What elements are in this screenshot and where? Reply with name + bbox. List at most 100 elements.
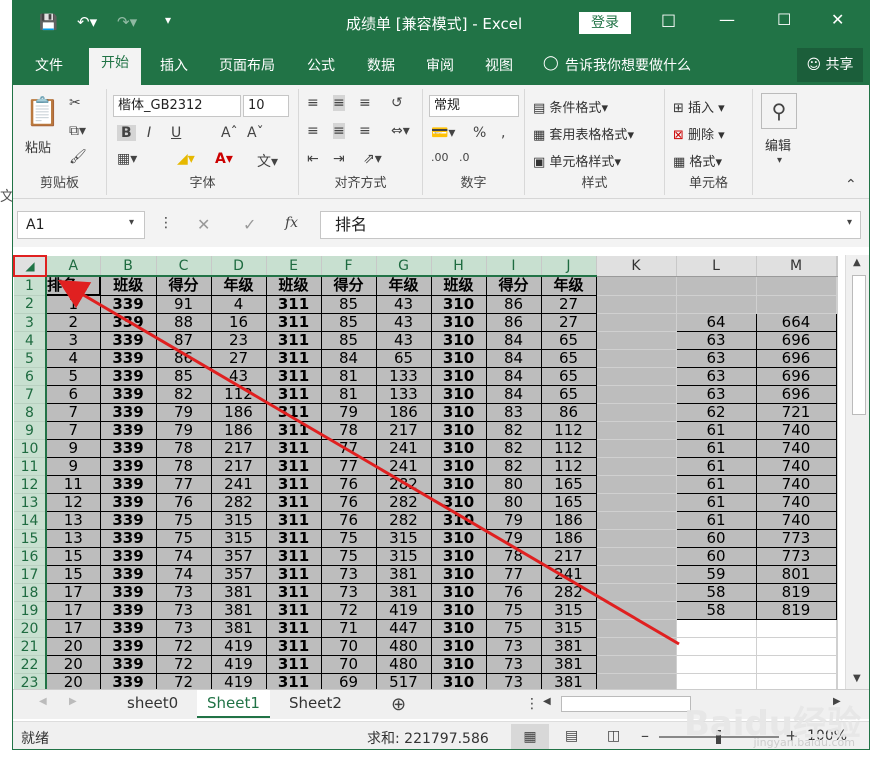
italic-button[interactable]: I bbox=[147, 125, 151, 141]
cell[interactable]: 339 bbox=[99, 511, 157, 530]
phonetic-icon[interactable]: 文▾ bbox=[257, 151, 278, 171]
align-center-icon[interactable]: ≡ bbox=[333, 123, 345, 139]
cell[interactable]: 480 bbox=[375, 655, 432, 674]
row-header[interactable]: 15 bbox=[14, 529, 47, 548]
name-box[interactable]: A1 bbox=[17, 211, 145, 239]
cancel-icon[interactable]: ✕ bbox=[197, 215, 210, 234]
cell[interactable] bbox=[836, 367, 838, 386]
cell[interactable]: 165 bbox=[540, 493, 597, 512]
prev-sheet-icon[interactable]: ◀ bbox=[39, 696, 47, 707]
row-header[interactable]: 20 bbox=[14, 619, 47, 638]
decrease-indent-icon[interactable]: ⇤ bbox=[307, 151, 319, 167]
cell[interactable] bbox=[596, 439, 677, 458]
cell[interactable]: 79 bbox=[155, 403, 212, 422]
cell[interactable] bbox=[756, 655, 837, 674]
cell[interactable]: 282 bbox=[540, 583, 597, 602]
cell[interactable]: 得分 bbox=[320, 275, 377, 296]
cell[interactable]: 696 bbox=[755, 349, 837, 368]
cell[interactable]: 75 bbox=[155, 511, 212, 530]
cell[interactable]: 75 bbox=[320, 547, 377, 566]
cell[interactable]: 311 bbox=[265, 367, 322, 386]
cell[interactable]: 年级 bbox=[210, 275, 267, 296]
cell[interactable]: 9 bbox=[45, 457, 101, 476]
cell[interactable]: 5 bbox=[45, 367, 101, 386]
cell[interactable]: 315 bbox=[375, 529, 432, 548]
cell[interactable] bbox=[836, 439, 838, 458]
cell[interactable]: 17 bbox=[45, 601, 101, 620]
cell[interactable]: 315 bbox=[375, 547, 432, 566]
collapse-ribbon-icon[interactable]: ⌃ bbox=[845, 177, 857, 193]
cell[interactable]: 311 bbox=[265, 439, 322, 458]
cell[interactable]: 310 bbox=[430, 511, 487, 530]
column-header-d[interactable]: D bbox=[211, 256, 267, 277]
font-color-icon[interactable]: A▾ bbox=[215, 151, 233, 167]
row-header[interactable]: 7 bbox=[14, 385, 47, 404]
cell[interactable]: 82 bbox=[485, 457, 542, 476]
cell[interactable]: 73 bbox=[155, 583, 212, 602]
cell[interactable]: 73 bbox=[155, 619, 212, 638]
cell[interactable]: 23 bbox=[210, 331, 267, 350]
cell[interactable]: 7 bbox=[45, 421, 101, 440]
format-as-table-button[interactable]: ▦ 套用表格格式▾ bbox=[533, 124, 634, 143]
cell[interactable]: 310 bbox=[430, 294, 487, 314]
cell[interactable]: 310 bbox=[430, 547, 487, 566]
cell[interactable]: 311 bbox=[265, 529, 322, 548]
save-icon[interactable]: 💾 bbox=[39, 13, 58, 31]
cell[interactable] bbox=[836, 331, 838, 350]
cell[interactable]: 217 bbox=[210, 439, 267, 458]
column-header-b[interactable]: B bbox=[100, 256, 157, 277]
ribbon-display-icon[interactable]: □ bbox=[661, 10, 676, 29]
column-header-j[interactable]: J bbox=[541, 256, 597, 277]
cell[interactable]: 217 bbox=[540, 547, 597, 566]
cell[interactable] bbox=[836, 349, 838, 368]
cell[interactable] bbox=[596, 295, 677, 314]
cell[interactable] bbox=[836, 403, 838, 422]
cell[interactable]: 84 bbox=[485, 331, 542, 350]
cell[interactable]: 70 bbox=[320, 655, 377, 674]
cell[interactable] bbox=[836, 655, 838, 674]
cell[interactable]: 72 bbox=[155, 673, 212, 689]
cell[interactable]: 419 bbox=[210, 637, 267, 656]
cell[interactable]: 311 bbox=[265, 511, 322, 530]
cell[interactable] bbox=[836, 493, 838, 512]
cell[interactable]: 664 bbox=[755, 313, 837, 332]
cell[interactable] bbox=[836, 276, 838, 296]
cell[interactable]: 381 bbox=[540, 673, 597, 689]
cell[interactable]: 339 bbox=[99, 294, 157, 314]
cell[interactable] bbox=[756, 637, 837, 656]
cell[interactable]: 77 bbox=[320, 457, 377, 476]
cell[interactable] bbox=[836, 313, 838, 332]
cell[interactable]: 76 bbox=[485, 583, 542, 602]
cell[interactable] bbox=[596, 529, 677, 548]
cell[interactable]: 133 bbox=[375, 385, 432, 404]
cell[interactable]: 43 bbox=[375, 313, 432, 332]
cell[interactable]: 63 bbox=[675, 385, 757, 404]
cell[interactable] bbox=[756, 295, 837, 314]
cell[interactable]: 112 bbox=[210, 385, 267, 404]
cell[interactable]: 310 bbox=[430, 349, 487, 368]
cell[interactable]: 311 bbox=[265, 457, 322, 476]
cell[interactable]: 4 bbox=[45, 349, 101, 368]
copy-icon[interactable]: ⧉▾ bbox=[69, 123, 86, 139]
comma-icon[interactable]: , bbox=[501, 125, 505, 141]
cell[interactable]: 310 bbox=[430, 565, 487, 584]
cell[interactable]: 87 bbox=[155, 331, 212, 350]
cell[interactable]: 73 bbox=[320, 565, 377, 584]
cell[interactable]: 339 bbox=[99, 601, 157, 620]
cell[interactable] bbox=[676, 673, 757, 689]
cell[interactable]: 76 bbox=[155, 493, 212, 512]
align-bottom-icon[interactable]: ≡ bbox=[359, 95, 371, 111]
cell[interactable]: 311 bbox=[265, 565, 322, 584]
cell[interactable]: 339 bbox=[99, 349, 157, 368]
cell[interactable]: 381 bbox=[540, 637, 597, 656]
row-header[interactable]: 4 bbox=[14, 331, 47, 350]
cell[interactable]: 73 bbox=[485, 637, 542, 656]
cell[interactable]: 310 bbox=[430, 475, 487, 494]
cell[interactable]: 310 bbox=[430, 583, 487, 602]
row-header[interactable]: 18 bbox=[14, 583, 47, 602]
cell[interactable]: 311 bbox=[265, 547, 322, 566]
cell[interactable]: 82 bbox=[485, 439, 542, 458]
cell[interactable]: 315 bbox=[540, 619, 597, 638]
row-header[interactable]: 22 bbox=[14, 655, 47, 674]
currency-icon[interactable]: 💳▾ bbox=[431, 125, 455, 141]
